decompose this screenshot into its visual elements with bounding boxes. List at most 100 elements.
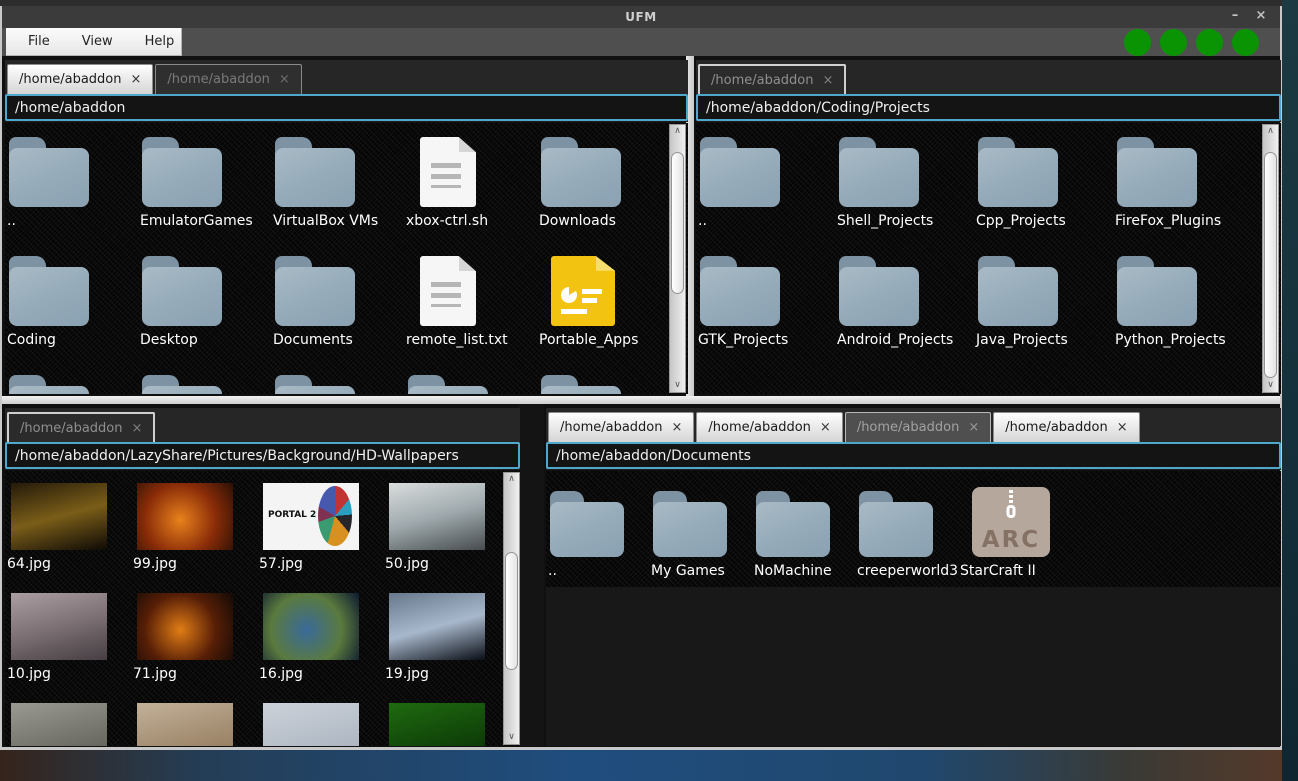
file-label: 64.jpg (5, 556, 131, 572)
file-view[interactable]: ..Shell_ProjectsCpp_ProjectsFireFox_Plug… (696, 123, 1281, 394)
tab[interactable]: /home/abaddon× (548, 412, 694, 442)
title-bar[interactable]: UFM – × (2, 6, 1280, 28)
scrollbar-down-icon[interactable]: ∨ (670, 379, 685, 392)
file-item[interactable]: Java_Projects (974, 248, 1113, 367)
file-item[interactable]: Downloads (537, 129, 670, 248)
file-item[interactable]: Android_Projects (835, 248, 974, 367)
file-item[interactable] (383, 697, 509, 746)
file-item[interactable]: PORTAL 257.jpg (257, 477, 383, 587)
file-label: Android_Projects (835, 332, 974, 348)
file-item[interactable]: NoMachine (752, 477, 855, 597)
file-item[interactable]: .. (546, 477, 649, 597)
tab-close-icon[interactable]: × (1117, 420, 1128, 435)
path-input[interactable] (546, 442, 1281, 469)
pane-top-right: /home/abaddon× ..Shell_ProjectsCpp_Proje… (696, 60, 1281, 394)
tab-close-icon[interactable]: × (968, 420, 979, 435)
archive-icon: ARC (972, 487, 1050, 557)
file-item[interactable]: EmulatorGames (138, 129, 271, 248)
splitter-horizontal[interactable] (2, 396, 1280, 404)
file-view[interactable]: ..EmulatorGamesVirtualBox VMsxbox-ctrl.s… (5, 123, 688, 394)
tab[interactable]: /home/abaddon× (698, 64, 846, 94)
image-thumbnail (137, 593, 233, 660)
tab-close-icon[interactable]: × (820, 420, 831, 435)
tab-label: /home/abaddon (857, 420, 960, 435)
minimize-button[interactable]: – (1222, 6, 1248, 28)
splitter-vertical-bottom[interactable] (518, 404, 544, 746)
tab[interactable]: /home/abaddon× (993, 412, 1139, 442)
file-item[interactable]: creeperworld3 (855, 477, 958, 597)
green-indicator[interactable] (1124, 29, 1151, 56)
scrollbar[interactable]: ∧ ∨ (1262, 124, 1279, 393)
file-item[interactable] (5, 367, 138, 394)
file-item[interactable]: 99.jpg (131, 477, 257, 587)
green-indicator[interactable] (1196, 29, 1223, 56)
green-indicator[interactable] (1160, 29, 1187, 56)
tab[interactable]: /home/abaddon × (155, 64, 301, 94)
file-item[interactable] (537, 367, 670, 394)
scrollbar-down-icon[interactable]: ∨ (504, 731, 519, 744)
file-label: 10.jpg (5, 666, 131, 682)
menu-item-help[interactable]: Help (133, 31, 187, 52)
file-item[interactable] (5, 697, 131, 746)
tab[interactable]: /home/abaddon× (696, 412, 842, 442)
menu-item-file[interactable]: File (16, 31, 62, 52)
file-item[interactable]: xbox-ctrl.sh (404, 129, 537, 248)
file-label: Desktop (138, 332, 271, 348)
green-indicator[interactable] (1232, 29, 1259, 56)
menu-item-view[interactable]: View (70, 31, 125, 52)
file-item[interactable]: .. (696, 129, 835, 248)
scrollbar-thumb[interactable] (1264, 152, 1277, 378)
file-item[interactable]: VirtualBox VMs (271, 129, 404, 248)
path-input[interactable] (5, 442, 520, 469)
file-item[interactable] (257, 697, 383, 746)
tab[interactable]: /home/abaddon × (845, 412, 991, 442)
file-item[interactable]: 50.jpg (383, 477, 509, 587)
file-item[interactable]: 19.jpg (383, 587, 509, 697)
file-item[interactable]: 16.jpg (257, 587, 383, 697)
scrollbar-thumb[interactable] (671, 152, 684, 294)
scrollbar-thumb[interactable] (505, 552, 518, 670)
file-item[interactable]: 71.jpg (131, 587, 257, 697)
file-view[interactable]: ..My GamesNoMachinecreeperworld3ARCStarC… (546, 471, 1281, 746)
file-item[interactable] (271, 367, 404, 394)
file-item[interactable] (404, 367, 537, 394)
file-item[interactable]: Desktop (138, 248, 271, 367)
scrollbar-down-icon[interactable]: ∨ (1263, 379, 1278, 392)
tab-close-icon[interactable]: × (131, 72, 142, 87)
file-item[interactable]: Python_Projects (1113, 248, 1252, 367)
scrollbar-up-icon[interactable]: ∧ (504, 473, 519, 486)
tab[interactable]: /home/abaddon× (7, 64, 153, 94)
file-item[interactable]: FireFox_Plugins (1113, 129, 1252, 248)
file-item[interactable]: ARCStarCraft II (958, 477, 1061, 597)
tab-label: /home/abaddon (167, 72, 270, 87)
close-button[interactable]: × (1248, 6, 1274, 28)
scrollbar[interactable]: ∧ ∨ (669, 124, 686, 393)
file-item[interactable]: Shell_Projects (835, 129, 974, 248)
file-item[interactable]: 64.jpg (5, 477, 131, 587)
file-item[interactable]: remote_list.txt (404, 248, 537, 367)
file-item[interactable] (138, 367, 271, 394)
folder-icon (700, 256, 780, 326)
file-item[interactable]: Portable_Apps (537, 248, 670, 367)
file-item[interactable]: Cpp_Projects (974, 129, 1113, 248)
path-input[interactable] (5, 94, 688, 121)
tab-close-icon[interactable]: × (672, 420, 683, 435)
file-item[interactable]: .. (5, 129, 138, 248)
file-item[interactable] (131, 697, 257, 746)
tab-close-icon[interactable]: × (279, 72, 290, 87)
path-input[interactable] (696, 94, 1281, 121)
file-item[interactable]: My Games (649, 477, 752, 597)
file-label: My Games (649, 563, 752, 579)
tab-close-icon[interactable]: × (132, 421, 143, 436)
file-view[interactable]: 64.jpg99.jpgPORTAL 257.jpg50.jpg 10.jpg71… (5, 471, 520, 746)
file-item[interactable]: GTK_Projects (696, 248, 835, 367)
tab[interactable]: /home/abaddon× (7, 412, 155, 442)
file-item[interactable]: 10.jpg (5, 587, 131, 697)
scrollbar-up-icon[interactable]: ∧ (1263, 125, 1278, 138)
folder-icon (978, 137, 1058, 207)
tab-close-icon[interactable]: × (823, 73, 834, 88)
file-item[interactable]: Documents (271, 248, 404, 367)
scrollbar-up-icon[interactable]: ∧ (670, 125, 685, 138)
file-item[interactable]: Coding (5, 248, 138, 367)
scrollbar[interactable]: ∧ ∨ (503, 472, 520, 745)
